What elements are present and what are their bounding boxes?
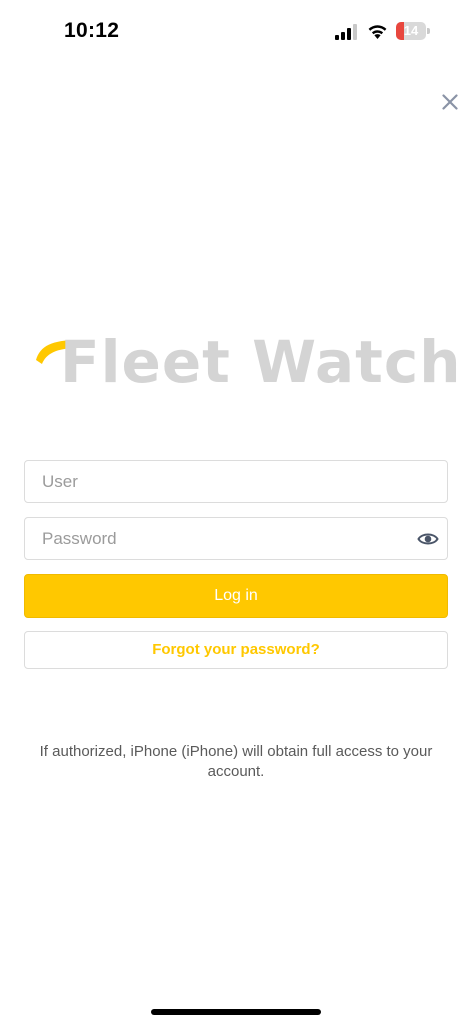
password-field[interactable] <box>24 517 448 560</box>
logo-text: Fleet Watch <box>60 328 462 396</box>
login-screen: 10:12 14 Fleet Watch User Log in Forgot … <box>0 0 472 1024</box>
login-button[interactable]: Log in <box>24 574 448 618</box>
user-field[interactable] <box>24 460 448 503</box>
password-input[interactable] <box>25 518 447 559</box>
status-time: 10:12 <box>64 19 120 42</box>
wifi-icon <box>368 25 387 39</box>
battery-level: 14 <box>403 23 419 38</box>
fleet-watch-logo: Fleet Watch <box>32 328 461 396</box>
status-bar: 10:12 14 <box>0 0 472 64</box>
home-indicator[interactable] <box>151 1009 321 1015</box>
close-icon <box>442 94 458 110</box>
authorization-notice: If authorized, iPhone (iPhone) will obta… <box>39 743 433 780</box>
show-password-button[interactable] <box>417 529 439 549</box>
close-button[interactable] <box>436 88 464 116</box>
eye-icon <box>417 533 439 545</box>
user-input[interactable] <box>25 461 447 502</box>
forgot-password-button[interactable]: Forgot your password? <box>24 631 448 669</box>
cellular-signal-icon <box>335 24 357 40</box>
battery-indicator: 14 <box>396 22 430 40</box>
